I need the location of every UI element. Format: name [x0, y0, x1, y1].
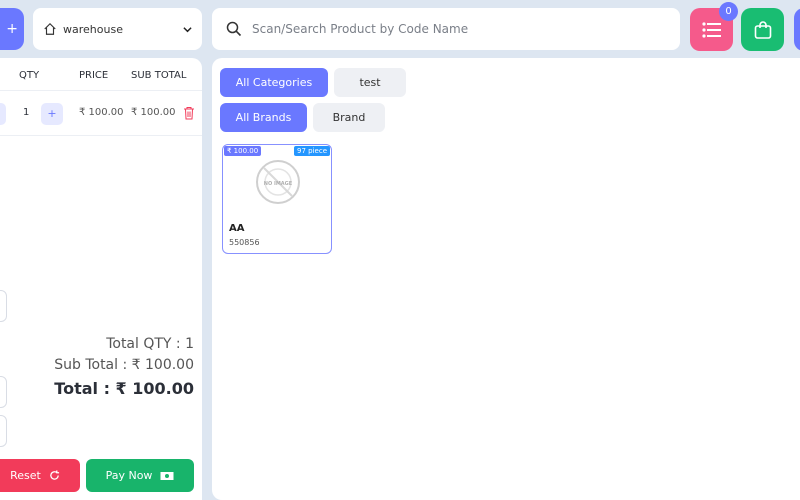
add-customer-button[interactable]: + [0, 8, 24, 50]
trash-icon[interactable] [183, 106, 195, 120]
pay-now-button[interactable]: Pay Now [86, 459, 194, 492]
increase-qty-button[interactable]: + [41, 103, 63, 125]
category-chip-test[interactable]: test [334, 68, 406, 97]
cart-panel: QTY PRICE SUB TOTAL 1 + ₹ 100.00 ₹ 100.0… [0, 58, 202, 500]
brand-chip-brand[interactable]: Brand [313, 103, 385, 132]
home-icon [44, 22, 56, 35]
more-button[interactable] [794, 8, 800, 51]
total-qty: Total QTY : 1 [106, 336, 194, 352]
cart-price: ₹ 100.00 [79, 107, 124, 118]
discount-field[interactable]: % [0, 290, 7, 322]
no-image-icon: NO IMAGE [256, 160, 300, 204]
sub-total: Sub Total : ₹ 100.00 [54, 357, 194, 373]
shopping-bag-button[interactable] [741, 8, 784, 51]
refresh-icon [50, 470, 59, 480]
chevron-down-icon [183, 26, 192, 32]
cart-row: 1 + ₹ 100.00 ₹ 100.00 [0, 90, 202, 136]
cart-subtotal: ₹ 100.00 [131, 107, 176, 118]
hold-count-badge: 0 [719, 2, 738, 21]
reset-button[interactable]: Reset [0, 459, 80, 492]
cart-qty: 1 [23, 107, 30, 118]
pay-label: Pay Now [105, 469, 153, 482]
plus-icon: + [6, 21, 18, 37]
search-icon [226, 21, 242, 37]
product-search-input[interactable]: Scan/Search Product by Code Name [212, 8, 680, 50]
product-card[interactable]: ₹ 100.00 97 piece NO IMAGE AA 550856 [222, 144, 332, 254]
warehouse-select[interactable]: warehouse [33, 8, 202, 50]
reset-label: Reset [10, 469, 41, 482]
product-stock-tag: 97 piece [294, 146, 330, 156]
category-chip-all[interactable]: All Categories [220, 68, 328, 97]
cash-icon [160, 471, 174, 480]
brand-chip-all[interactable]: All Brands [220, 103, 307, 132]
shipping-field[interactable]: ₹ [0, 376, 7, 408]
product-name: AA [229, 223, 245, 234]
search-placeholder: Scan/Search Product by Code Name [252, 22, 469, 36]
grand-total: Total : ₹ 100.00 [54, 379, 194, 398]
qty-header: QTY [19, 70, 40, 81]
warehouse-value: warehouse [63, 22, 123, 36]
decrease-qty-button[interactable] [0, 103, 6, 125]
no-image-text: NO IMAGE [264, 181, 293, 187]
cart-header: QTY PRICE SUB TOTAL [0, 68, 202, 88]
tax-field[interactable]: ₹ [0, 415, 7, 447]
list-icon [701, 21, 721, 38]
price-header: PRICE [79, 70, 109, 81]
product-price-tag: ₹ 100.00 [224, 146, 262, 156]
shopping-bag-icon [754, 20, 771, 39]
product-code: 550856 [229, 238, 260, 247]
subtotal-header: SUB TOTAL [131, 70, 187, 81]
